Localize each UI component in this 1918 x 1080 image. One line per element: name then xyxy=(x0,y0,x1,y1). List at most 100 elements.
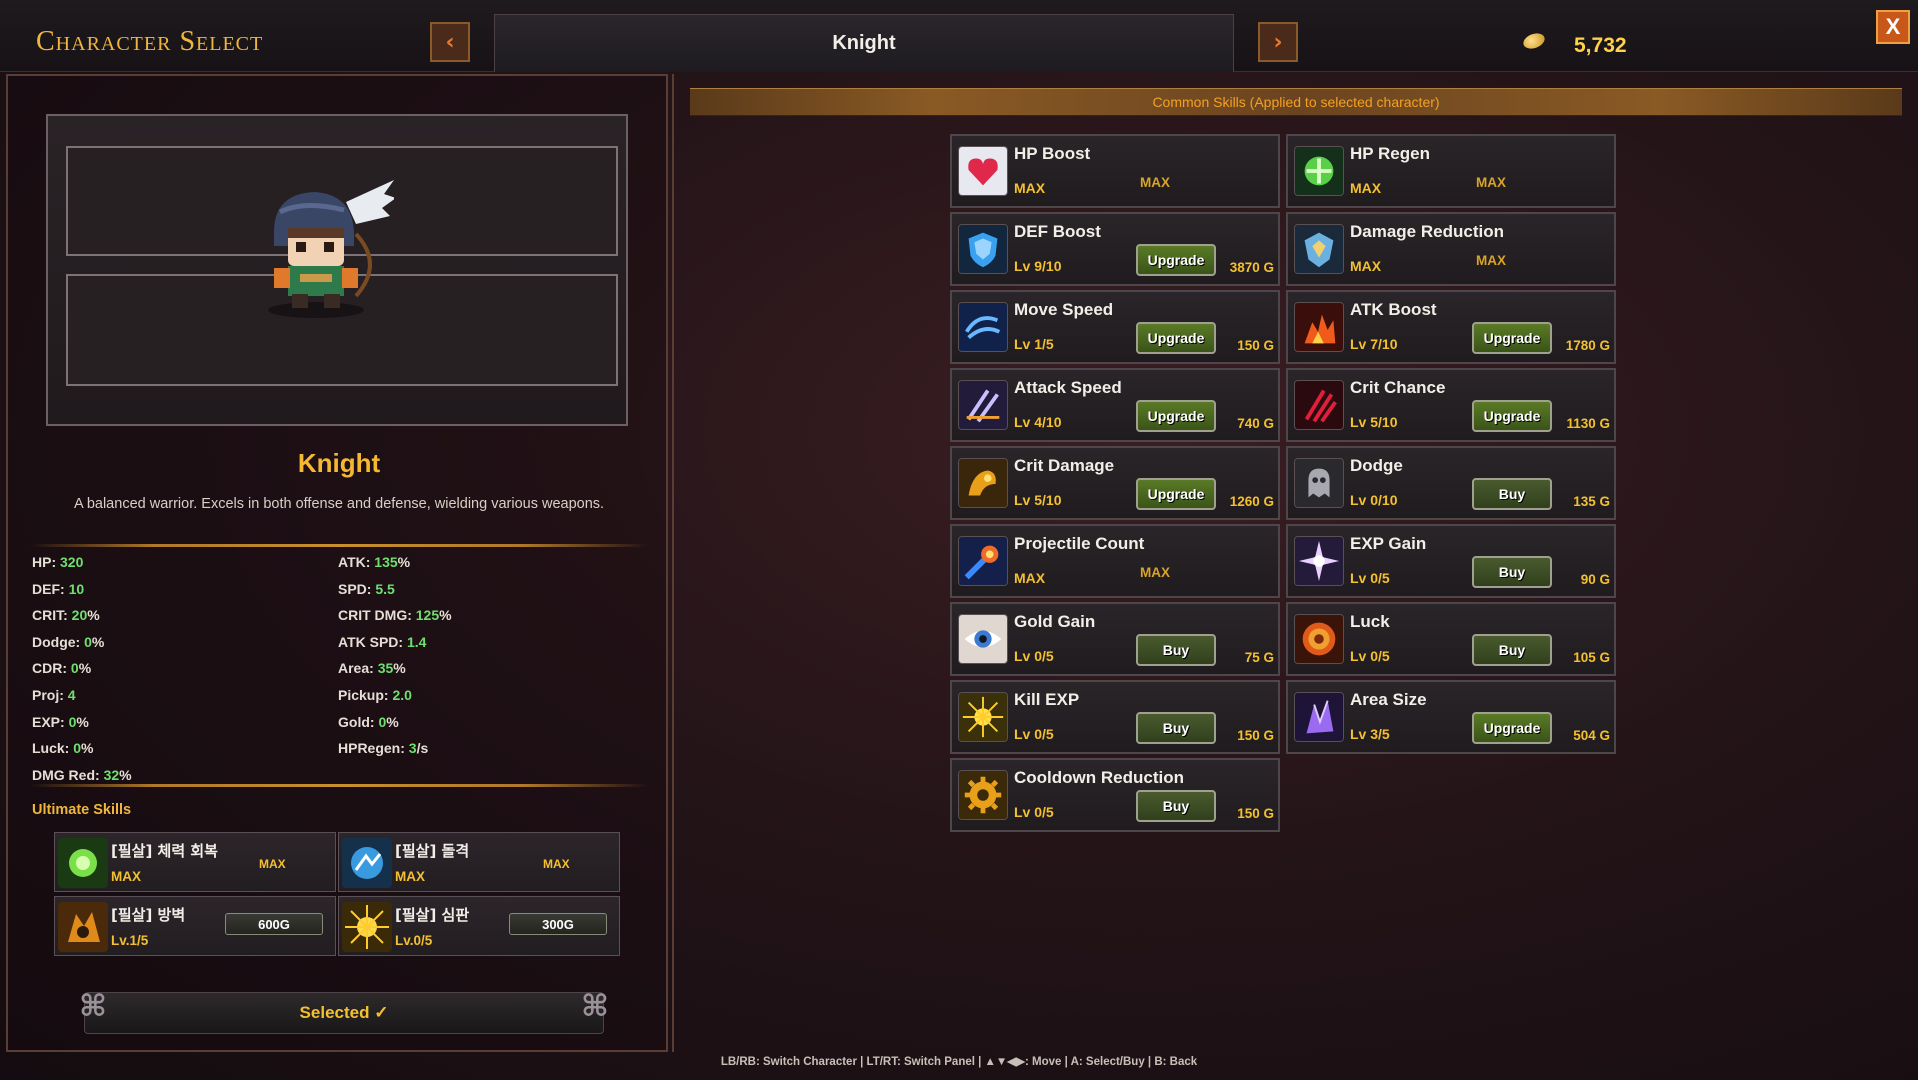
stat-value: 0 xyxy=(84,633,92,650)
ultimate-skill-level: Lv.1/5 xyxy=(111,933,149,948)
skill-card[interactable]: Projectile Count MAX MAX xyxy=(950,524,1280,598)
buy-button[interactable]: Buy xyxy=(1472,634,1552,666)
wing-right-icon: ⌘ xyxy=(581,989,609,1024)
skill-level: MAX xyxy=(1350,180,1382,196)
chevron-left-icon: ‹ xyxy=(445,29,455,55)
upgrade-button[interactable]: Upgrade xyxy=(1136,244,1216,276)
next-character-button[interactable]: › xyxy=(1258,22,1298,62)
skill-card[interactable]: EXP Gain Lv 0/5 Buy 90 G xyxy=(1286,524,1616,598)
stat-label: DMG Red: xyxy=(32,766,104,783)
ultimate-skill-card[interactable]: [필살] 방벽 Lv.1/5 600G xyxy=(54,896,336,956)
ultimate-skill-card[interactable]: [필살] 체력 회복 MAX MAX xyxy=(54,832,336,892)
character-panel: Knight A balanced warrior. Excels in bot… xyxy=(6,74,668,1052)
stat-row: HP: 320 xyxy=(32,554,83,570)
skill-level: Lv 9/10 xyxy=(1014,258,1062,274)
ultimate-skill-level: Lv.0/5 xyxy=(395,933,433,948)
knight-sprite xyxy=(268,180,394,318)
stat-label: DEF: xyxy=(32,580,69,597)
ultimate-skill-card[interactable]: [필살] 심판 Lv.0/5 300G xyxy=(338,896,620,956)
crit-damage-icon xyxy=(958,458,1008,508)
gold-coin-icon xyxy=(1521,30,1547,52)
stat-row: ATK SPD: 1.4 xyxy=(338,634,426,650)
crystal-icon xyxy=(1294,692,1344,742)
ultimate-skill-card[interactable]: [필살] 돌격 MAX MAX xyxy=(338,832,620,892)
skill-name: Move Speed xyxy=(1014,300,1114,319)
skill-name: Attack Speed xyxy=(1014,378,1122,397)
stat-label: ATK: xyxy=(338,554,375,570)
stat-unit: % xyxy=(386,713,399,730)
skill-card[interactable]: Cooldown Reduction Lv 0/5 Buy 150 G xyxy=(950,758,1280,832)
skill-card[interactable]: Move Speed Lv 1/5 Upgrade 150 G xyxy=(950,290,1280,364)
upgrade-button[interactable]: Upgrade xyxy=(1136,400,1216,432)
skill-name: Cooldown Reduction xyxy=(1014,768,1184,787)
ultimate-skill-name: [필살] 체력 회복 xyxy=(111,842,218,860)
upgrade-button[interactable]: Upgrade xyxy=(1472,400,1552,432)
skill-name: Kill EXP xyxy=(1014,690,1080,709)
skill-name: Dodge xyxy=(1350,456,1403,475)
stat-row: CRIT DMG: 125% xyxy=(338,607,452,623)
skill-level: Lv 0/5 xyxy=(1014,726,1054,742)
skill-card[interactable]: Area Size Lv 3/5 Upgrade 504 G xyxy=(1286,680,1616,754)
skill-card[interactable]: ATK Boost Lv 7/10 Upgrade 1780 G xyxy=(1286,290,1616,364)
skill-level: MAX xyxy=(1350,258,1382,274)
ghost-icon xyxy=(1294,458,1344,508)
regen-icon xyxy=(1294,146,1344,196)
skill-level: Lv 5/10 xyxy=(1350,414,1398,430)
skill-card[interactable]: Attack Speed Lv 4/10 Upgrade 740 G xyxy=(950,368,1280,442)
buy-button[interactable]: Buy xyxy=(1136,712,1216,744)
buy-button[interactable]: Buy xyxy=(1136,634,1216,666)
skill-card[interactable]: Dodge Lv 0/10 Buy 135 G xyxy=(1286,446,1616,520)
upgrade-button[interactable]: Upgrade xyxy=(1136,322,1216,354)
stat-label: HPRegen: xyxy=(338,740,409,757)
stat-unit: /s xyxy=(416,740,429,757)
skill-level: Lv 5/10 xyxy=(1014,492,1062,508)
character-tab[interactable]: Knight xyxy=(494,14,1234,72)
selected-button[interactable]: ⌘ Selected ✓ ⌘ xyxy=(79,989,609,1034)
skill-card[interactable]: Damage Reduction MAX MAX xyxy=(1286,212,1616,286)
stat-unit: % xyxy=(81,740,94,757)
skill-level: Lv 1/5 xyxy=(1014,336,1054,352)
buy-button[interactable]: Buy xyxy=(1136,790,1216,822)
selected-button-label: Selected ✓ xyxy=(299,1003,389,1022)
skill-card[interactable]: HP Boost MAX MAX xyxy=(950,134,1280,208)
stat-unit: % xyxy=(87,607,100,624)
skill-cost: 3870 G xyxy=(1229,260,1274,275)
stat-value: 320 xyxy=(60,554,84,570)
buy-button[interactable]: Buy xyxy=(1472,556,1552,588)
stat-label: Dodge: xyxy=(32,633,85,650)
skill-cost: 1260 G xyxy=(1229,494,1274,509)
stat-value: 0 xyxy=(73,740,82,757)
stat-unit: % xyxy=(439,607,452,624)
skill-card[interactable]: HP Regen MAX MAX xyxy=(1286,134,1616,208)
skill-name: Gold Gain xyxy=(1014,612,1096,631)
stat-value: 1.4 xyxy=(406,633,427,650)
skill-card[interactable]: Crit Damage Lv 5/10 Upgrade 1260 G xyxy=(950,446,1280,520)
stat-value: 35 xyxy=(377,660,394,677)
stat-row: Pickup: 2.0 xyxy=(338,687,412,703)
close-button[interactable]: X xyxy=(1876,10,1910,44)
stat-row: HPRegen: 3/s xyxy=(338,740,428,756)
skill-level: Lv 0/5 xyxy=(1350,570,1390,586)
upgrade-button[interactable]: Upgrade xyxy=(1472,712,1552,744)
skill-card[interactable]: DEF Boost Lv 9/10 Upgrade 3870 G xyxy=(950,212,1280,286)
buy-button[interactable]: Buy xyxy=(1472,478,1552,510)
stat-row: Luck: 0% xyxy=(32,740,93,756)
upgrade-button[interactable]: Upgrade xyxy=(1472,322,1552,354)
skill-max-label: MAX xyxy=(1140,175,1170,190)
ultimate-upgrade-button[interactable]: 600G xyxy=(225,913,323,935)
prev-character-button[interactable]: ‹ xyxy=(430,22,470,62)
skill-level: Lv 0/10 xyxy=(1350,492,1398,508)
sun-icon xyxy=(958,692,1008,742)
stat-unit: % xyxy=(397,554,411,570)
skill-card[interactable]: Kill EXP Lv 0/5 Buy 150 G xyxy=(950,680,1280,754)
stat-value: 32 xyxy=(103,766,120,783)
ultimate-skill-status: MAX xyxy=(259,857,286,871)
skill-card[interactable]: Luck Lv 0/5 Buy 105 G xyxy=(1286,602,1616,676)
skill-card[interactable]: Crit Chance Lv 5/10 Upgrade 1130 G xyxy=(1286,368,1616,442)
skill-card[interactable]: Gold Gain Lv 0/5 Buy 75 G xyxy=(950,602,1280,676)
stat-label: HP: xyxy=(32,554,60,570)
ultimate-upgrade-button[interactable]: 300G xyxy=(509,913,607,935)
upgrade-button[interactable]: Upgrade xyxy=(1136,478,1216,510)
stat-row: CRIT: 20% xyxy=(32,607,100,623)
stat-row: SPD: 5.5 xyxy=(338,581,395,597)
